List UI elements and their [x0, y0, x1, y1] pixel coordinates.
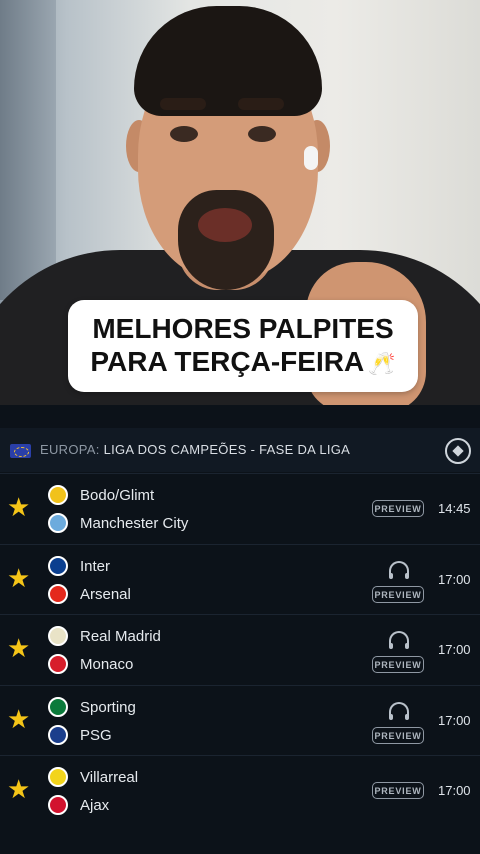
match-row[interactable]: ★ Real Madrid Monaco PREVIEW 17:00	[0, 614, 480, 685]
eyebrow	[160, 98, 206, 110]
kickoff-time: 14:45	[438, 501, 471, 516]
away-team-name: Arsenal	[80, 585, 131, 603]
team-crest-icon	[48, 626, 68, 646]
headphones-icon[interactable]	[389, 702, 409, 720]
away-team: Manchester City	[48, 512, 188, 534]
team-crest-icon	[48, 767, 68, 787]
home-team: Real Madrid	[48, 625, 161, 647]
home-team-name: Bodo/Glimt	[80, 486, 155, 504]
away-team: PSG	[48, 724, 112, 746]
video-frame: MELHORES PALPITES PARA TERÇA-FEIRA 🥂	[0, 0, 480, 405]
team-crest-icon	[48, 697, 68, 717]
team-crest-icon	[48, 556, 68, 576]
team-crest-icon	[48, 725, 68, 745]
away-team: Arsenal	[48, 583, 131, 605]
home-team: Bodo/Glimt	[48, 484, 154, 506]
kickoff-time: 17:00	[438, 713, 471, 728]
preview-badge[interactable]: PREVIEW	[372, 727, 424, 744]
away-team: Monaco	[48, 653, 133, 675]
away-team: Ajax	[48, 794, 109, 816]
league-name: LIGA DOS CAMPEÕES - FASE DA LIGA	[103, 442, 351, 457]
champagne-emoji: 🥂	[368, 351, 396, 376]
match-row[interactable]: ★ Villarreal Ajax PREVIEW 17:00	[0, 755, 480, 826]
football-icon[interactable]	[445, 438, 471, 464]
eyebrow	[238, 98, 284, 110]
presenter-mouth	[198, 208, 252, 242]
video-caption: MELHORES PALPITES PARA TERÇA-FEIRA 🥂	[68, 300, 418, 392]
home-team: Sporting	[48, 696, 136, 718]
home-team-name: Real Madrid	[80, 627, 161, 645]
headphones-icon[interactable]	[389, 561, 409, 579]
preview-badge[interactable]: PREVIEW	[372, 782, 424, 799]
home-team-name: Villarreal	[80, 768, 139, 786]
away-team-name: PSG	[80, 726, 112, 744]
earbud	[304, 146, 318, 170]
home-team-name: Sporting	[80, 698, 136, 716]
home-team: Inter	[48, 555, 110, 577]
eye	[248, 126, 276, 142]
away-team-name: Ajax	[80, 796, 110, 814]
away-team-name: Manchester City	[80, 514, 189, 532]
caption-line-1: MELHORES PALPITES	[92, 313, 394, 344]
headphones-icon[interactable]	[389, 631, 409, 649]
eye	[170, 126, 198, 142]
league-header[interactable]: EUROPA: LIGA DOS CAMPEÕES - FASE DA LIGA	[0, 428, 480, 472]
background-door	[0, 0, 56, 300]
team-crest-icon	[48, 485, 68, 505]
match-row[interactable]: ★ Bodo/Glimt Manchester City PREVIEW 14:45	[0, 473, 480, 544]
team-crest-icon	[48, 584, 68, 604]
preview-badge[interactable]: PREVIEW	[372, 500, 424, 517]
favorite-star-icon[interactable]: ★	[7, 565, 30, 591]
league-title: EUROPA: LIGA DOS CAMPEÕES - FASE DA LIGA	[40, 442, 350, 457]
home-team-name: Inter	[80, 557, 111, 575]
team-crest-icon	[48, 795, 68, 815]
europe-flag-icon	[10, 444, 31, 458]
caption-line-2-text: PARA TERÇA-FEIRA	[90, 346, 365, 377]
favorite-star-icon[interactable]: ★	[7, 776, 30, 802]
kickoff-time: 17:00	[438, 783, 471, 798]
caption-line-2: PARA TERÇA-FEIRA 🥂	[90, 345, 395, 380]
kickoff-time: 17:00	[438, 642, 471, 657]
preview-badge[interactable]: PREVIEW	[372, 656, 424, 673]
favorite-star-icon[interactable]: ★	[7, 494, 30, 520]
home-team: Villarreal	[48, 766, 138, 788]
match-row[interactable]: ★ Sporting PSG PREVIEW 17:00	[0, 685, 480, 756]
league-region: EUROPA:	[40, 442, 100, 457]
kickoff-time: 17:00	[438, 572, 471, 587]
preview-badge[interactable]: PREVIEW	[372, 586, 424, 603]
away-team-name: Monaco	[80, 655, 134, 673]
match-row[interactable]: ★ Inter Arsenal PREVIEW 17:00	[0, 544, 480, 615]
team-crest-icon	[48, 654, 68, 674]
team-crest-icon	[48, 513, 68, 533]
favorite-star-icon[interactable]: ★	[7, 635, 30, 661]
favorite-star-icon[interactable]: ★	[7, 706, 30, 732]
